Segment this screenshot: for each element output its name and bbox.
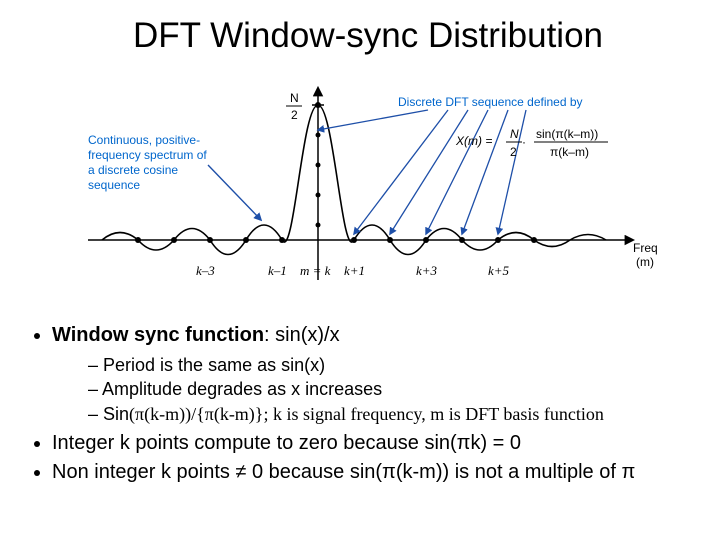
svg-text:k–3: k–3 [196, 263, 215, 278]
yaxis-label-num: N [290, 91, 299, 105]
bullet-window-sync: Window sync function: sin(x)/x Period is… [52, 322, 696, 426]
svg-text:2: 2 [510, 145, 517, 159]
svg-text:N: N [510, 127, 519, 141]
svg-text:m = k: m = k [300, 263, 331, 278]
svg-text:X(m) =: X(m) = [455, 134, 492, 148]
sub-period: Period is the same as sin(x) [88, 353, 696, 377]
sinc-svg: N 2 Continuous, positive- frequency spec… [68, 70, 668, 310]
right-annotation: Discrete DFT sequence defined by [318, 95, 583, 234]
bullet-window-sync-label: Window sync function [52, 324, 264, 346]
left-annotation: Continuous, positive- frequency spectrum… [88, 133, 261, 220]
svg-text:Freq: Freq [633, 241, 658, 255]
sub-amplitude: Amplitude degrades as x increases [88, 377, 696, 401]
svg-text:a discrete cosine: a discrete cosine [88, 163, 178, 177]
x-axis-label: Freq (m) [633, 241, 658, 269]
bullet-window-sync-rest: : sin(x)/x [264, 324, 340, 346]
svg-text:Continuous, positive-: Continuous, positive- [88, 133, 200, 147]
svg-text:Discrete DFT sequence defined: Discrete DFT sequence defined by [398, 95, 583, 109]
bullet-noninteger-k: Non integer k points ≠ 0 because sin(π(k… [52, 459, 696, 486]
svg-text:k–1: k–1 [268, 263, 287, 278]
page-title: DFT Window-sync Distribution [40, 16, 696, 56]
sinc-figure: N 2 Continuous, positive- frequency spec… [68, 70, 668, 310]
sub-formula: Sin(π(k-m))/{π(k-m)}; k is signal freque… [88, 402, 696, 426]
svg-text:k+3: k+3 [416, 263, 438, 278]
svg-text:k+5: k+5 [488, 263, 510, 278]
svg-text:·: · [522, 135, 526, 149]
sinc-curve [102, 105, 606, 255]
svg-text:sequence: sequence [88, 178, 140, 192]
svg-text:sin(π(k–m)): sin(π(k–m)) [536, 127, 598, 141]
svg-text:(m): (m) [636, 255, 654, 269]
bullet-list: Window sync function: sin(x)/x Period is… [40, 322, 696, 486]
sub-bullets: Period is the same as sin(x) Amplitude d… [52, 353, 696, 426]
bullet-integer-k: Integer k points compute to zero because… [52, 430, 696, 457]
xm-formula: X(m) = N 2 · sin(π(k–m)) π(k–m) [455, 127, 608, 159]
yaxis-label-den: 2 [291, 108, 298, 122]
x-ticks: k–3 k–1 m = k k+1 k+3 k+5 [196, 263, 510, 278]
svg-text:π(k–m): π(k–m) [550, 145, 589, 159]
svg-text:frequency spectrum of: frequency spectrum of [88, 148, 207, 162]
svg-text:k+1: k+1 [344, 263, 365, 278]
